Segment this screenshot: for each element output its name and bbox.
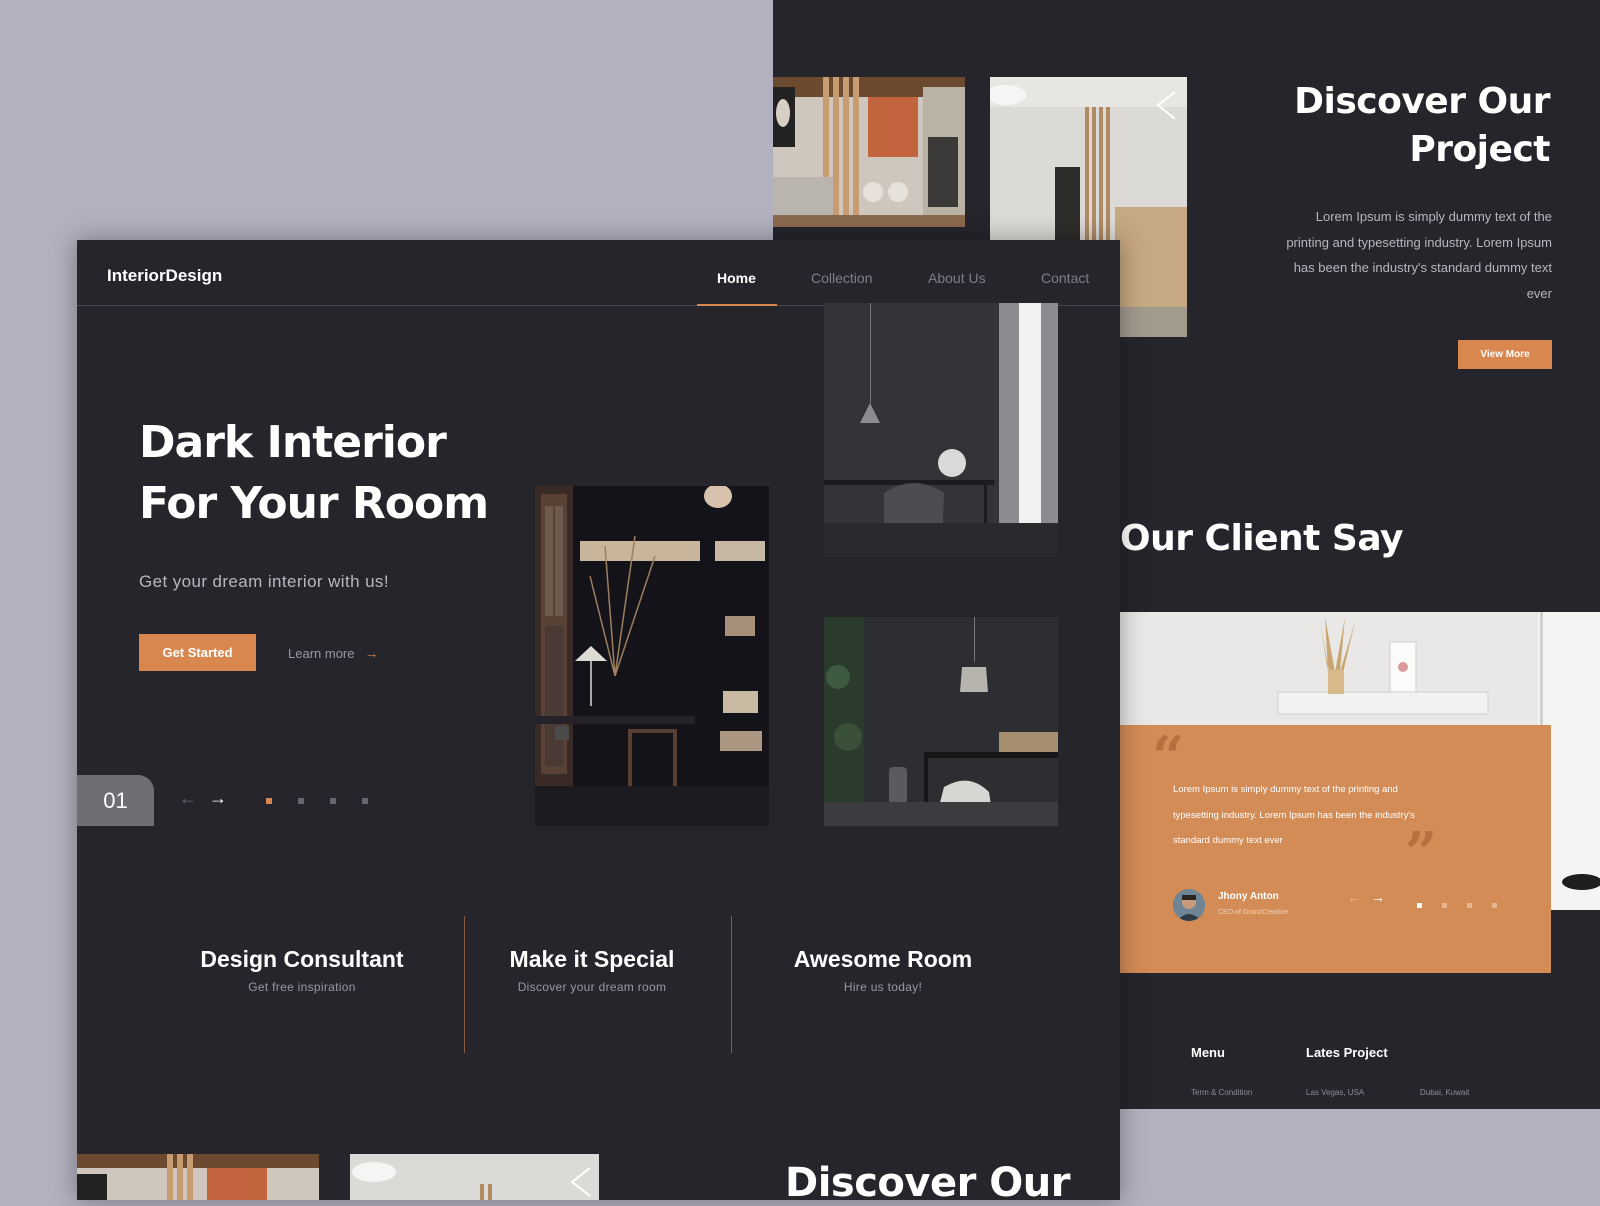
feature-title-awesome-room: Awesome Room xyxy=(793,946,973,972)
project-photo-living-room xyxy=(773,77,965,227)
testimonial-next-arrow-icon[interactable]: → xyxy=(1371,889,1385,905)
close-quote-icon: ” xyxy=(1405,820,1438,886)
hero-photo-lounge xyxy=(824,617,1058,826)
arrow-right-icon: → xyxy=(364,645,379,661)
slide-number: 01 xyxy=(77,775,154,826)
hero-title-line2: For Your Room xyxy=(139,478,489,529)
view-more-button[interactable]: View More xyxy=(1458,340,1552,369)
slider-prev-arrow-icon[interactable]: ← xyxy=(179,788,197,809)
discover-title-line1: Discover Our xyxy=(1294,81,1550,122)
hero-subtitle: Get your dream interior with us! xyxy=(139,572,389,591)
footer-link-terms[interactable]: Term & Condition xyxy=(1191,1088,1252,1097)
feature-title-make-it-special: Make it Special xyxy=(509,946,675,972)
nav-active-indicator xyxy=(697,304,777,306)
nav-about-us[interactable]: About Us xyxy=(928,270,986,286)
slider-next-arrow-icon[interactable]: → xyxy=(209,788,227,809)
feature-subtitle-make-it-special: Discover your dream room xyxy=(517,980,667,994)
discover-project-title: Discover Our Project xyxy=(1230,78,1550,174)
slider-dot-1[interactable] xyxy=(266,798,272,804)
slider-dot-4[interactable] xyxy=(362,798,368,804)
logo[interactable]: InteriorDesign xyxy=(107,266,222,286)
feature-divider-2 xyxy=(731,916,732,1053)
feature-subtitle-awesome-room: Hire us today! xyxy=(843,980,923,994)
client-name: Jhony Anton xyxy=(1218,891,1279,902)
feature-title-design-consultant: Design Consultant xyxy=(200,946,404,972)
footer-link-las-vegas[interactable]: Las Vegas, USA xyxy=(1306,1088,1364,1097)
hero-title: Dark Interior For Your Room xyxy=(139,412,489,534)
hero-photo-study xyxy=(535,486,769,826)
testimonial-dot-1[interactable] xyxy=(1417,903,1422,908)
bottom-photo-kitchen xyxy=(350,1154,599,1200)
client-section-title: Our Client Say xyxy=(1120,518,1404,559)
testimonial-dot-2[interactable] xyxy=(1442,903,1447,908)
testimonial-dot-3[interactable] xyxy=(1467,903,1472,908)
footer-project-heading: Lates Project xyxy=(1306,1045,1388,1060)
testimonial-card: “ Lorem Ipsum is simply dummy text of th… xyxy=(1120,725,1551,973)
slider-dot-3[interactable] xyxy=(330,798,336,804)
learn-more-label: Learn more xyxy=(288,645,355,661)
testimonial-text: Lorem Ipsum is simply dummy text of the … xyxy=(1173,784,1415,846)
feature-subtitle-design-consultant: Get free inspiration xyxy=(248,980,356,994)
testimonial-dot-4[interactable] xyxy=(1492,903,1497,908)
footer-menu-heading: Menu xyxy=(1191,1045,1225,1060)
front-page-panel: InteriorDesign Home Collection About Us … xyxy=(77,240,1120,1206)
bottom-discover-title: Discover Our xyxy=(785,1160,1070,1206)
feature-divider-1 xyxy=(464,916,465,1053)
discover-title-line2: Project xyxy=(1409,129,1550,170)
slider-dot-2[interactable] xyxy=(298,798,304,804)
get-started-button[interactable]: Get Started xyxy=(139,634,256,671)
avatar xyxy=(1173,889,1205,921)
testimonial-prev-arrow-icon[interactable]: ← xyxy=(1347,889,1361,905)
bottom-photo-living-room xyxy=(77,1154,319,1200)
hero-photo-desk xyxy=(824,303,1058,557)
footer-link-dubai[interactable]: Dubai, Kuwait xyxy=(1420,1088,1469,1097)
nav-home[interactable]: Home xyxy=(717,270,756,286)
discover-project-description: Lorem Ipsum is simply dummy text of the … xyxy=(1286,209,1552,301)
client-role: CEO of GranzCreative xyxy=(1218,909,1289,916)
nav-collection[interactable]: Collection xyxy=(811,270,872,286)
learn-more-link[interactable]: Learn more → xyxy=(288,645,378,661)
hero-title-line1: Dark Interior xyxy=(139,417,447,468)
nav-contact[interactable]: Contact xyxy=(1041,270,1089,286)
